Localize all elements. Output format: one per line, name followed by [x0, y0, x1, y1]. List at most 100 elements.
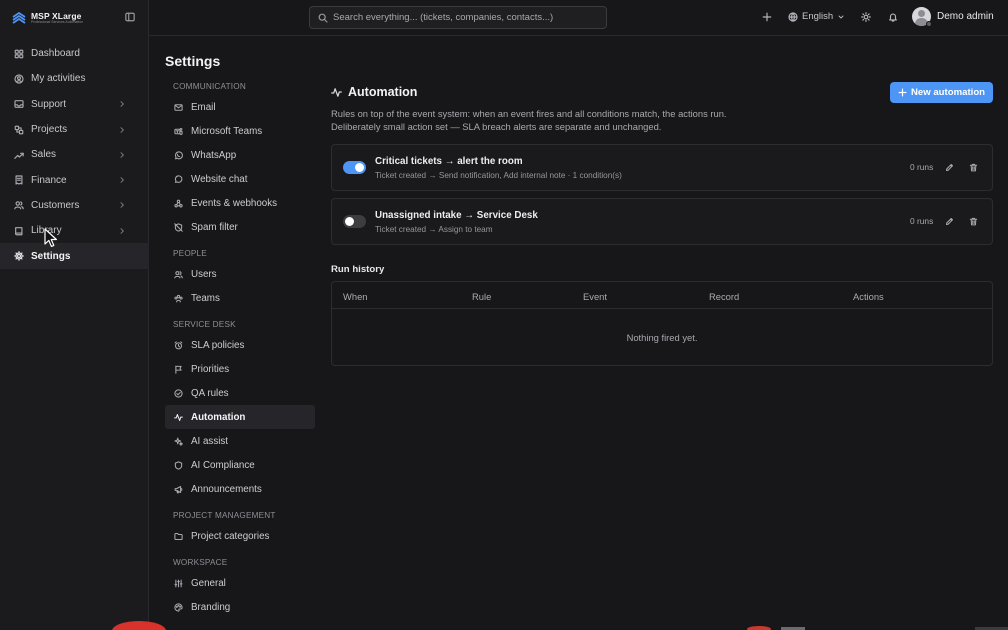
global-search[interactable] [309, 6, 607, 29]
bell-icon [889, 13, 897, 22]
search-input[interactable] [333, 12, 606, 23]
settings-item-microsoft-teams[interactable]: Microsoft Teams [165, 119, 315, 143]
chevron-down-icon [838, 15, 844, 18]
settings-item-ai-compliance[interactable]: AI Compliance [165, 453, 315, 477]
sparkles-icon [174, 437, 183, 446]
globe-icon [788, 11, 798, 22]
rule-enabled-toggle[interactable] [343, 161, 366, 174]
users-icon [14, 201, 24, 210]
main-nav: Dashboard My activities Support Projects Sal… [0, 41, 149, 269]
settings-section-heading: Project Management [173, 511, 276, 520]
rule-name: Unassigned intake → Service Desk [375, 210, 538, 221]
plus-icon [898, 88, 907, 97]
settings-item-automation[interactable]: Automation [165, 405, 315, 429]
column-header-actions[interactable]: Actions [853, 291, 884, 302]
column-header-event[interactable]: Event [583, 291, 607, 302]
column-header-when[interactable]: When [343, 291, 368, 302]
sidebar-item-sales[interactable]: Sales [0, 142, 149, 167]
app-sidebar: MSP XLarge Professional Services Automat… [0, 0, 149, 630]
settings-item-qa-rules[interactable]: QA rules [165, 381, 315, 405]
empty-state: Nothing fired yet. [626, 332, 698, 343]
settings-item-teams[interactable]: Teams [165, 286, 315, 310]
chat-bubble-icon [174, 174, 183, 183]
folder-icon [174, 532, 183, 540]
sidebar-item-my-activities[interactable]: My activities [0, 66, 149, 91]
table-header: When Rule Event Record Actions [332, 282, 992, 309]
add-button[interactable] [762, 12, 772, 22]
pencil-icon [945, 163, 954, 172]
theme-toggle-button[interactable] [861, 12, 871, 22]
sidebar-item-projects[interactable]: Projects [0, 117, 149, 142]
sidebar-item-settings[interactable]: Settings [0, 243, 149, 269]
automation-rule-card[interactable]: Critical tickets → alert the room Ticket … [331, 144, 993, 191]
run-history-table: When Rule Event Record Actions Nothing fired… [331, 281, 993, 366]
user-menu[interactable]: Demo admin [912, 7, 994, 27]
settings-item-general[interactable]: General [165, 571, 315, 595]
sidebar-item-label: Sales [31, 149, 57, 161]
settings-item-label: Automation [191, 411, 246, 423]
book-icon [15, 226, 23, 236]
settings-item-label: Microsoft Teams [191, 125, 263, 137]
settings-section-heading: People [173, 249, 207, 258]
sidebar-item-customers[interactable]: Customers [0, 193, 149, 218]
inbox-icon [14, 100, 24, 109]
settings-item-label: Users [191, 268, 217, 280]
automation-rule-card[interactable]: Unassigned intake → Service Desk Ticket c… [331, 198, 993, 245]
dock-app-icon[interactable] [747, 626, 771, 630]
trash-icon [969, 217, 978, 226]
sidebar-item-label: Dashboard [31, 48, 80, 60]
sidebar-item-dashboard[interactable]: Dashboard [0, 41, 149, 66]
settings-item-users[interactable]: Users [165, 262, 315, 286]
brand-logo[interactable]: MSP XLarge Professional Services Automat… [12, 9, 83, 27]
settings-item-priorities[interactable]: Priorities [165, 357, 315, 381]
language-label: English [802, 11, 834, 22]
automation-title: Automation [348, 85, 418, 99]
whatsapp-icon [174, 150, 183, 159]
settings-item-website-chat[interactable]: Website chat [165, 167, 315, 191]
rule-run-count: 0 runs [910, 216, 934, 226]
rule-enabled-toggle[interactable] [343, 215, 366, 228]
notifications-button[interactable] [888, 12, 898, 22]
settings-item-email[interactable]: Email [165, 95, 315, 119]
settings-item-ai-assist[interactable]: AI assist [165, 429, 315, 453]
collapse-sidebar-button[interactable] [125, 12, 135, 22]
new-automation-button[interactable]: New automation [890, 82, 993, 103]
avatar-status-dot [926, 21, 932, 27]
sliders-icon [174, 579, 183, 587]
sidebar-item-finance[interactable]: Finance [0, 167, 149, 192]
settings-item-events-webhooks[interactable]: Events & webhooks [165, 191, 315, 215]
settings-nav: Communication Email Microsoft Teams WhatsAp… [165, 78, 315, 619]
settings-item-label: Branding [191, 601, 231, 613]
settings-item-whatsapp[interactable]: WhatsApp [165, 143, 315, 167]
settings-item-spam-filter[interactable]: Spam filter [165, 215, 315, 239]
settings-item-branding[interactable]: Branding [165, 595, 315, 619]
settings-item-label: Spam filter [191, 221, 238, 233]
delete-rule-button[interactable] [969, 217, 978, 226]
plus-icon [762, 12, 772, 22]
chevron-right-icon [120, 101, 124, 108]
activity-icon [174, 413, 183, 421]
shield-icon [174, 460, 183, 470]
mouse-cursor-icon [44, 228, 57, 247]
delete-rule-button[interactable] [969, 163, 978, 172]
settings-item-label: Events & webhooks [191, 197, 278, 209]
activity-icon [331, 87, 342, 97]
edit-rule-button[interactable] [945, 217, 954, 226]
settings-item-label: Priorities [191, 363, 230, 375]
settings-item-project-categories[interactable]: Project categories [165, 524, 315, 548]
edit-rule-button[interactable] [945, 163, 954, 172]
settings-item-label: Email [191, 101, 216, 113]
settings-item-announcements[interactable]: Announcements [165, 477, 315, 501]
flag-icon [175, 365, 182, 374]
users-icon [174, 270, 183, 278]
column-header-rule[interactable]: Rule [472, 291, 491, 302]
language-select[interactable]: English [788, 11, 845, 22]
user-circle-icon [14, 74, 24, 84]
megaphone-icon [174, 485, 183, 493]
trash-icon [969, 163, 978, 172]
column-header-record[interactable]: Record [709, 291, 739, 302]
sidebar-item-library[interactable]: Library [0, 218, 149, 243]
sidebar-item-support[interactable]: Support [0, 92, 149, 117]
sidebar-item-label: Finance [31, 174, 67, 186]
settings-item-sla-policies[interactable]: SLA policies [165, 333, 315, 357]
